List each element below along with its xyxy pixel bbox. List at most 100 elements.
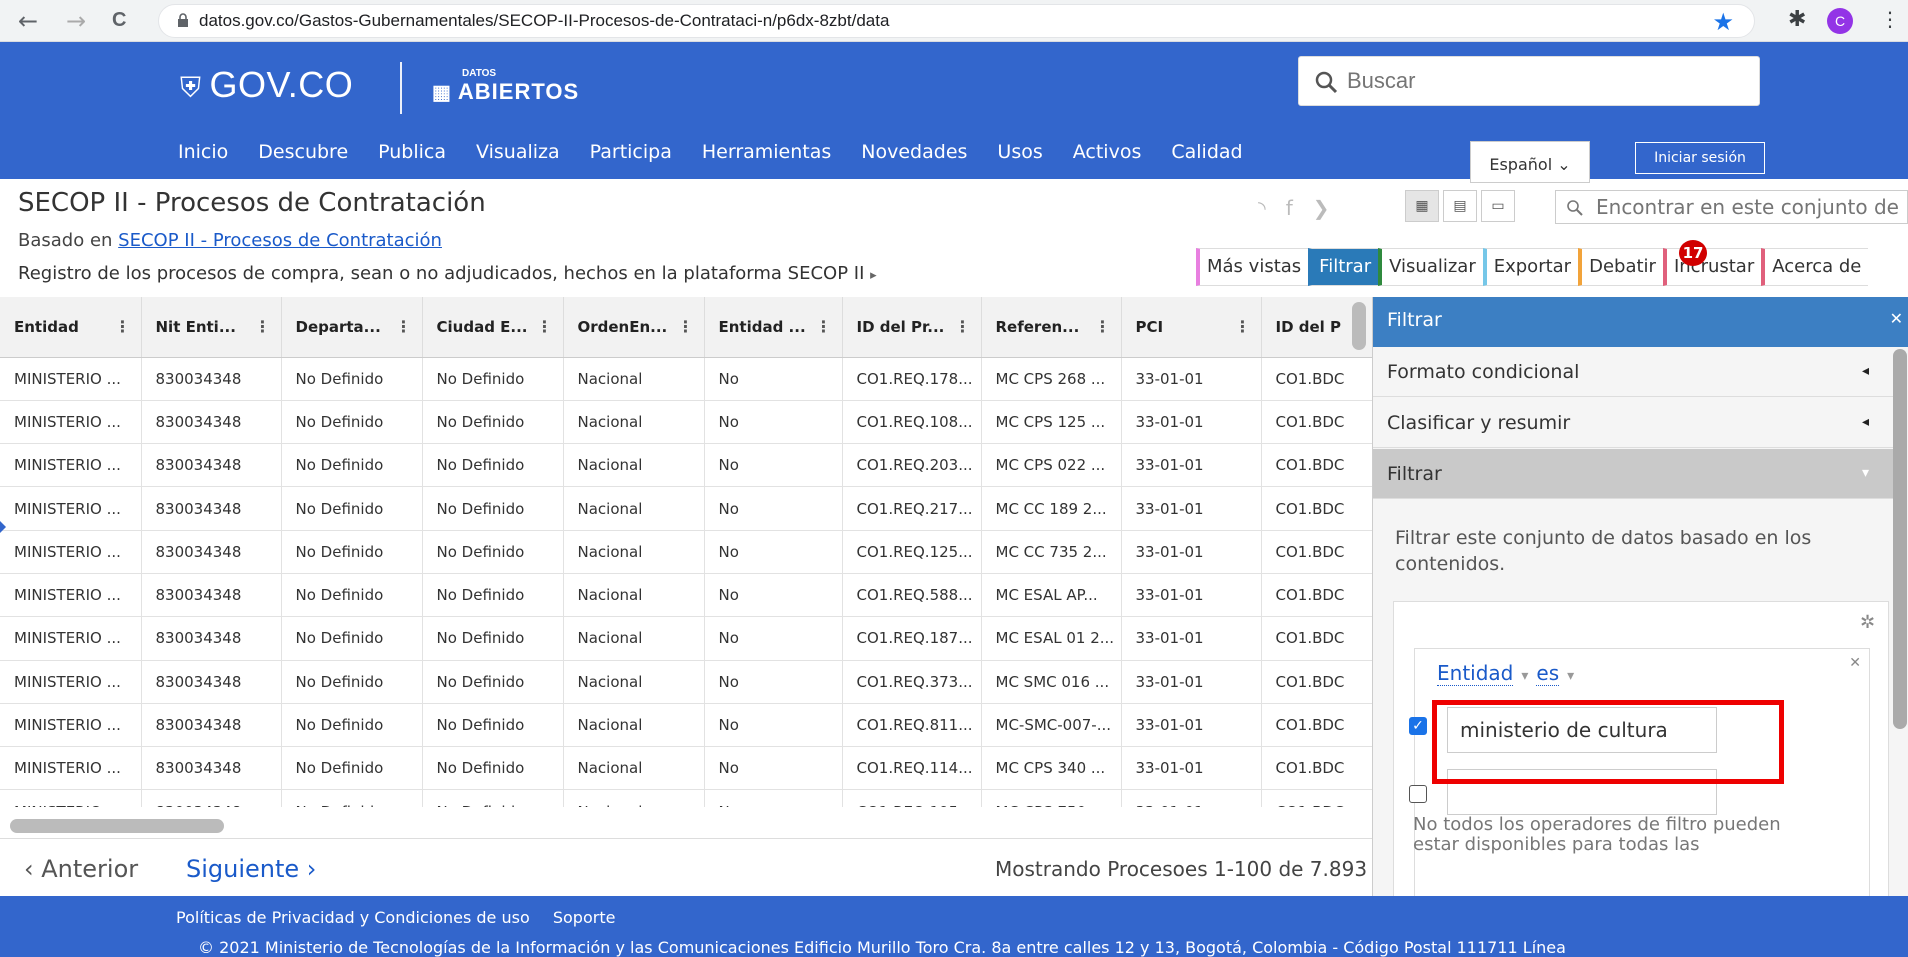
column-menu-icon[interactable]: ⋮ bbox=[955, 317, 971, 336]
column-menu-icon[interactable]: ⋮ bbox=[115, 317, 131, 336]
profile-avatar[interactable]: C bbox=[1827, 8, 1853, 34]
prev-page-button[interactable]: ‹ Anterior bbox=[24, 855, 138, 883]
column-menu-icon[interactable]: ⋮ bbox=[816, 317, 832, 336]
table-cell: MINISTERIO ... bbox=[0, 746, 142, 791]
column-header[interactable]: Ciudad E... ⋮ bbox=[422, 297, 564, 358]
column-select[interactable]: Entidad bbox=[1437, 661, 1514, 686]
menu-usos[interactable]: Usos bbox=[997, 141, 1042, 163]
column-header[interactable]: Referen... ⋮ bbox=[981, 297, 1122, 358]
card-view-icon[interactable]: ▭ bbox=[1481, 190, 1515, 222]
rss-icon[interactable]: ◝ bbox=[1258, 196, 1266, 220]
column-header[interactable]: OrdenEn... ⋮ bbox=[563, 297, 705, 358]
table-cell: 33-01-01 bbox=[1121, 573, 1262, 618]
table-row[interactable]: MINISTERIO ...830034348No DefinidoNo Def… bbox=[0, 486, 1372, 531]
menu-calidad[interactable]: Calidad bbox=[1171, 141, 1242, 163]
back-icon[interactable]: ← bbox=[18, 7, 38, 35]
column-header[interactable]: Nit Enti... ⋮ bbox=[141, 297, 282, 358]
close-icon[interactable]: ✕ bbox=[1890, 309, 1903, 328]
menu-visualiza[interactable]: Visualiza bbox=[476, 141, 560, 163]
expand-arrow-icon[interactable]: ▸ bbox=[870, 268, 877, 283]
tab-visualizar[interactable]: Visualizar bbox=[1378, 248, 1483, 286]
privacy-link[interactable]: Políticas de Privacidad y Condiciones de… bbox=[176, 908, 530, 927]
tab-filtrar[interactable]: Filtrar bbox=[1308, 248, 1379, 286]
value-checkbox-2[interactable] bbox=[1409, 785, 1427, 803]
section-clasificar[interactable]: Clasificar y resumir ◂ bbox=[1373, 398, 1893, 448]
address-bar[interactable]: datos.gov.co/Gastos-Gubernamentales/SECO… bbox=[158, 4, 1755, 38]
column-menu-icon[interactable]: ⋮ bbox=[1235, 317, 1251, 336]
search-icon[interactable] bbox=[1566, 199, 1584, 217]
site-search-input[interactable] bbox=[1347, 65, 1747, 97]
menu-herramientas[interactable]: Herramientas bbox=[702, 141, 831, 163]
reload-icon[interactable]: C bbox=[112, 9, 126, 32]
table-cell: No bbox=[704, 616, 843, 661]
shield-icon: ⛨ bbox=[180, 72, 202, 103]
column-menu-icon[interactable]: ⋮ bbox=[537, 317, 553, 336]
table-cell: MC CC 735 2... bbox=[981, 530, 1122, 574]
table-horizontal-scrollbar[interactable] bbox=[10, 819, 224, 833]
column-menu-icon[interactable]: ⋮ bbox=[255, 317, 271, 336]
column-header-label: Entidad ... bbox=[718, 317, 806, 336]
table-row[interactable]: MINISTERIO ...830034348No DefinidoNo Def… bbox=[0, 789, 1372, 807]
menu-participa[interactable]: Participa bbox=[590, 141, 672, 163]
section-filtrar[interactable]: Filtrar ▾ bbox=[1373, 449, 1893, 499]
table-row[interactable]: MINISTERIO ...830034348No DefinidoNo Def… bbox=[0, 746, 1372, 791]
column-header[interactable]: Entidad ... ⋮ bbox=[704, 297, 843, 358]
table-vertical-scrollbar[interactable] bbox=[1352, 302, 1366, 350]
table-cell: CO1.REQ.195... bbox=[842, 789, 982, 807]
table-row[interactable]: MINISTERIO ...830034348No DefinidoNo Def… bbox=[0, 573, 1372, 618]
table-row[interactable]: MINISTERIO ...830034348No DefinidoNo Def… bbox=[0, 530, 1372, 574]
column-header[interactable]: Entidad ⋮ bbox=[0, 297, 142, 358]
list-view-icon[interactable]: ▤ bbox=[1443, 190, 1477, 222]
menu-inicio[interactable]: Inicio bbox=[178, 141, 228, 163]
table-row[interactable]: MINISTERIO ...830034348No DefinidoNo Def… bbox=[0, 616, 1372, 661]
support-link[interactable]: Soporte bbox=[553, 908, 616, 927]
column-header[interactable]: PCI ⋮ bbox=[1121, 297, 1262, 358]
sidebar-scrollbar[interactable] bbox=[1893, 349, 1907, 729]
dataset-search-input[interactable] bbox=[1596, 194, 1906, 220]
extensions-puzzle-icon[interactable]: ✱ bbox=[1788, 7, 1806, 32]
bookmark-star-icon[interactable]: ★ bbox=[1712, 8, 1734, 36]
menu-activos[interactable]: Activos bbox=[1073, 141, 1142, 163]
table-row[interactable]: MINISTERIO ...830034348No DefinidoNo Def… bbox=[0, 703, 1372, 748]
search-icon[interactable] bbox=[1313, 69, 1339, 95]
value-checkbox-1[interactable]: ✓ bbox=[1409, 717, 1427, 735]
tab-debatir[interactable]: Debatir bbox=[1578, 248, 1663, 286]
table-row[interactable]: MINISTERIO ...830034348No DefinidoNo Def… bbox=[0, 443, 1372, 488]
row-pointer-icon bbox=[0, 521, 6, 533]
tab-acerca-de[interactable]: Acerca de bbox=[1761, 248, 1869, 286]
menu-novedades[interactable]: Novedades bbox=[861, 141, 967, 163]
twitter-icon[interactable]: ❯ bbox=[1313, 196, 1330, 220]
column-menu-icon[interactable]: ⋮ bbox=[678, 317, 694, 336]
based-on-link[interactable]: SECOP II - Procesos de Contratación bbox=[118, 230, 442, 251]
column-header-label: OrdenEn... bbox=[577, 317, 668, 336]
forward-icon[interactable]: → bbox=[66, 7, 86, 35]
browser-menu-icon[interactable]: ⋮ bbox=[1880, 7, 1900, 31]
condition-selector: Entidad ▾ es ▾ bbox=[1437, 661, 1582, 686]
login-button[interactable]: Iniciar sesión bbox=[1635, 142, 1765, 174]
remove-condition-icon[interactable]: ✕ bbox=[1849, 655, 1861, 671]
section-formato-condicional[interactable]: Formato condicional ◂ bbox=[1373, 347, 1893, 397]
table-row[interactable]: MINISTERIO ...830034348No DefinidoNo Def… bbox=[0, 400, 1372, 445]
datos-abiertos-logo[interactable]: DATOS ▦ ABIERTOS bbox=[432, 68, 579, 105]
table-cell: No Definido bbox=[422, 357, 564, 401]
column-menu-icon[interactable]: ⋮ bbox=[1095, 317, 1111, 336]
next-page-button[interactable]: Siguiente › bbox=[186, 855, 316, 883]
menu-publica[interactable]: Publica bbox=[378, 141, 446, 163]
table-row[interactable]: MINISTERIO ...830034348No DefinidoNo Def… bbox=[0, 357, 1372, 401]
gear-icon[interactable]: ✲ bbox=[1860, 612, 1875, 633]
social-share: ◝ f ❯ bbox=[1258, 196, 1350, 220]
table-row[interactable]: MINISTERIO ...830034348No DefinidoNo Def… bbox=[0, 660, 1372, 704]
tab-mas-vistas[interactable]: Más vistas bbox=[1196, 248, 1309, 286]
table-cell: No Definido bbox=[281, 660, 423, 704]
menu-descubre[interactable]: Descubre bbox=[258, 141, 348, 163]
tab-incrustar[interactable]: Incrustar bbox=[1662, 248, 1762, 286]
tab-exportar[interactable]: Exportar bbox=[1482, 248, 1579, 286]
column-header[interactable]: ID del Pr... ⋮ bbox=[842, 297, 982, 358]
language-select[interactable]: Español ⌄ bbox=[1470, 141, 1590, 183]
operator-select[interactable]: es bbox=[1536, 661, 1560, 686]
grid-view-icon[interactable]: ▦ bbox=[1405, 190, 1439, 222]
column-header[interactable]: Departa... ⋮ bbox=[281, 297, 423, 358]
column-menu-icon[interactable]: ⋮ bbox=[396, 317, 412, 336]
facebook-icon[interactable]: f bbox=[1286, 196, 1293, 220]
gov-co-logo[interactable]: ⛨ GOV.CO bbox=[180, 64, 353, 106]
